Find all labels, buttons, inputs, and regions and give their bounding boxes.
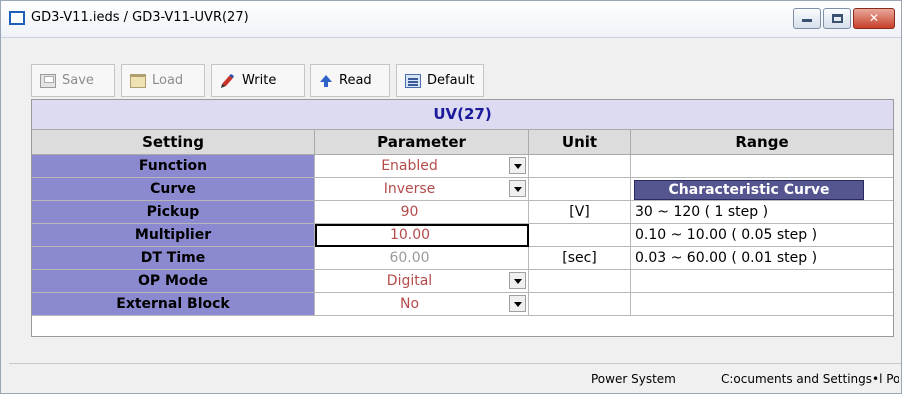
setting-cell: DT Time (32, 247, 315, 270)
read-label: Read (339, 73, 372, 88)
load-label: Load (152, 73, 184, 88)
close-icon: ✕ (868, 11, 880, 25)
setting-cell: Pickup (32, 201, 315, 224)
minimize-icon (802, 19, 812, 22)
unit-cell (529, 270, 631, 293)
curve-select[interactable]: Inverse (315, 178, 529, 201)
maximize-button[interactable] (823, 8, 851, 29)
dropdown-arrow-icon[interactable] (509, 180, 526, 197)
load-button[interactable]: Load (121, 64, 205, 97)
table-row: Pickup 90 [V] 30 ~ 120 ( 1 step ) (32, 201, 893, 224)
pickup-field[interactable]: 90 (315, 201, 529, 224)
column-header-unit: Unit (529, 130, 631, 155)
setting-cell: Function (32, 155, 315, 178)
dropdown-arrow-icon[interactable] (509, 272, 526, 289)
parameter-value: 60.00 (389, 250, 430, 266)
save-label: Save (62, 73, 94, 88)
column-header-parameter: Parameter (315, 130, 529, 155)
maximize-icon (831, 14, 843, 23)
column-header-setting: Setting (32, 130, 315, 155)
write-icon (220, 73, 236, 89)
unit-cell (529, 178, 631, 201)
op-mode-select[interactable]: Digital (315, 270, 529, 293)
settings-grid: UV(27) Setting Parameter Unit Range Func… (31, 99, 894, 337)
dropdown-arrow-icon[interactable] (509, 157, 526, 174)
title-bar: GD3-V11.ieds / GD3-V11-UVR(27) ✕ (1, 1, 901, 38)
table-row: Function Enabled (32, 155, 893, 178)
table-row: Multiplier 10.00 0.10 ~ 10.00 ( 0.05 ste… (32, 224, 893, 247)
status-path: C:ocuments and Settings•l Po (721, 372, 899, 386)
default-button[interactable]: Default (396, 64, 484, 97)
parameter-value: Inverse (383, 181, 436, 197)
status-system: Power System (591, 372, 676, 386)
range-cell (631, 293, 893, 316)
close-button[interactable]: ✕ (853, 8, 895, 29)
window-title: GD3-V11.ieds / GD3-V11-UVR(27) (31, 10, 249, 25)
setting-cell: External Block (32, 293, 315, 316)
arrow-up-icon (319, 74, 333, 88)
multiplier-field[interactable]: 10.00 (315, 224, 529, 247)
function-select[interactable]: Enabled (315, 155, 529, 178)
parameter-value: Enabled (381, 158, 438, 174)
read-button[interactable]: Read (310, 64, 390, 97)
column-header-range: Range (631, 130, 893, 155)
table-row: DT Time 60.00 [sec] 0.03 ~ 60.00 ( 0.01 … (32, 247, 893, 270)
setting-cell: OP Mode (32, 270, 315, 293)
status-bar: Power System C:ocuments and Settings•l P… (9, 363, 901, 393)
range-cell: 0.10 ~ 10.00 ( 0.05 step ) (631, 224, 893, 247)
parameter-value: Digital (386, 273, 433, 289)
dropdown-arrow-icon[interactable] (509, 295, 526, 312)
parameter-value: No (399, 296, 420, 312)
parameter-value: 90 (400, 204, 419, 220)
parameter-value: 10.00 (389, 227, 431, 243)
dt-time-field[interactable]: 60.00 (315, 247, 529, 270)
save-button[interactable]: Save (31, 64, 115, 97)
range-cell: 0.03 ~ 60.00 ( 0.01 step ) (631, 247, 893, 270)
unit-cell: [V] (529, 201, 631, 224)
write-label: Write (242, 73, 277, 88)
app-window: GD3-V11.ieds / GD3-V11-UVR(27) ✕ Save Lo… (0, 0, 902, 394)
grid-title: UV(27) (32, 100, 893, 130)
default-list-icon (405, 73, 421, 88)
unit-cell (529, 293, 631, 316)
unit-cell (529, 155, 631, 178)
external-block-select[interactable]: No (315, 293, 529, 316)
characteristic-curve-button[interactable]: Characteristic Curve (634, 180, 864, 200)
table-row: Curve Inverse Characteristic Curve (32, 178, 893, 201)
table-row: External Block No (32, 293, 893, 316)
setting-cell: Curve (32, 178, 315, 201)
range-cell (631, 270, 893, 293)
app-window-icon (9, 11, 25, 25)
range-cell: Characteristic Curve (631, 178, 893, 201)
range-cell (631, 155, 893, 178)
setting-cell: Multiplier (32, 224, 315, 247)
minimize-button[interactable] (793, 8, 821, 29)
range-cell: 30 ~ 120 ( 1 step ) (631, 201, 893, 224)
write-button[interactable]: Write (211, 64, 305, 97)
unit-cell: [sec] (529, 247, 631, 270)
save-icon (40, 73, 56, 88)
unit-cell (529, 224, 631, 247)
default-label: Default (427, 73, 475, 88)
folder-open-icon (130, 73, 146, 88)
table-row: OP Mode Digital (32, 270, 893, 293)
